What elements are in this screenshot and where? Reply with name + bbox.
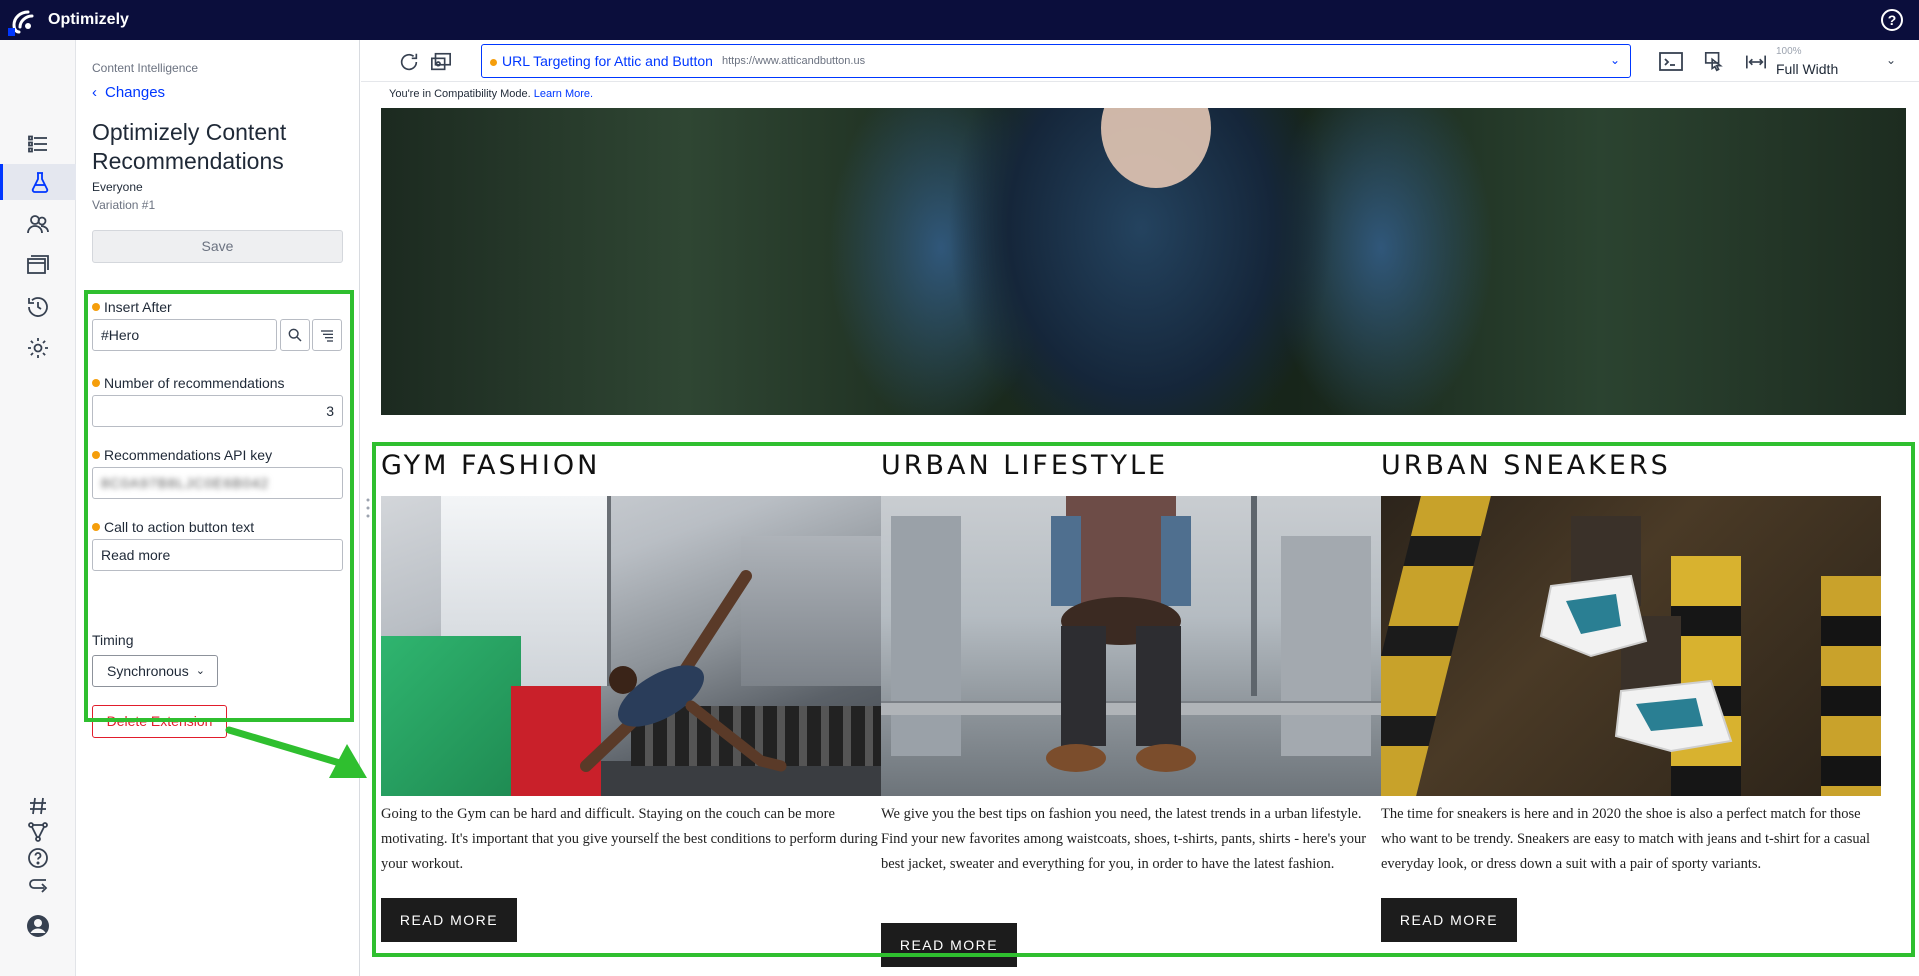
- return-icon[interactable]: [24, 870, 52, 898]
- audiences-icon[interactable]: [24, 210, 52, 238]
- compatibility-notice: You're in Compatibility Mode. Learn More…: [389, 88, 593, 100]
- audience-label: Everyone: [92, 180, 143, 194]
- save-button[interactable]: Save: [92, 230, 343, 263]
- green-arrow-icon: [225, 726, 367, 778]
- network-icon[interactable]: [24, 818, 52, 846]
- page-url: https://www.atticandbutton.us: [722, 55, 866, 67]
- resize-handle-icon[interactable]: [366, 497, 370, 519]
- page-name: URL Targeting for Attic and Button: [502, 53, 713, 69]
- flask-icon[interactable]: [0, 164, 76, 200]
- optimizely-logo-icon[interactable]: [8, 6, 38, 36]
- variation-label: Variation #1: [92, 198, 156, 212]
- width-icon[interactable]: [1743, 49, 1769, 75]
- status-dot-icon: [490, 59, 497, 66]
- code-editor-icon[interactable]: [1658, 49, 1684, 75]
- zoom-level: 100%: [1776, 46, 1802, 57]
- editor-toolbar: URL Targeting for Attic and Button https…: [361, 40, 1919, 82]
- settings-icon[interactable]: [24, 334, 52, 362]
- page-selector[interactable]: URL Targeting for Attic and Button https…: [481, 44, 1631, 78]
- form-highlight-box: [84, 290, 354, 722]
- page-title: Optimizely Content Recommendations: [92, 119, 287, 174]
- breadcrumb: Content Intelligence: [92, 61, 199, 75]
- help-circle-icon[interactable]: [24, 844, 52, 872]
- hero-image: [381, 108, 1906, 415]
- viewport-width-select[interactable]: Full Width: [1776, 61, 1838, 77]
- pages-icon[interactable]: [24, 251, 52, 279]
- hash-icon[interactable]: [24, 792, 52, 820]
- hero-figure: [1101, 108, 1211, 188]
- top-bar: Optimizely ?: [0, 0, 1919, 40]
- brand-name: Optimizely: [48, 11, 129, 28]
- back-to-changes-link[interactable]: ‹ Changes: [92, 84, 165, 101]
- chevron-left-icon: ‹: [92, 84, 97, 101]
- user-avatar-icon[interactable]: [24, 912, 52, 940]
- history-icon[interactable]: [24, 293, 52, 321]
- refresh-icon[interactable]: [396, 49, 422, 75]
- recommendations-highlight-box: [372, 442, 1915, 957]
- chevron-down-icon[interactable]: ⌄: [1886, 53, 1896, 67]
- chevron-down-icon: ⌄: [1609, 53, 1620, 67]
- back-link-label: Changes: [105, 84, 166, 101]
- preview-icon[interactable]: [428, 49, 454, 75]
- compat-text: You're in Compatibility Mode.: [389, 88, 531, 100]
- left-navigation: [0, 40, 76, 976]
- help-icon[interactable]: ?: [1881, 9, 1903, 31]
- interactive-mode-icon[interactable]: [1701, 49, 1727, 75]
- learn-more-link[interactable]: Learn More.: [534, 88, 593, 100]
- list-icon[interactable]: [24, 130, 52, 158]
